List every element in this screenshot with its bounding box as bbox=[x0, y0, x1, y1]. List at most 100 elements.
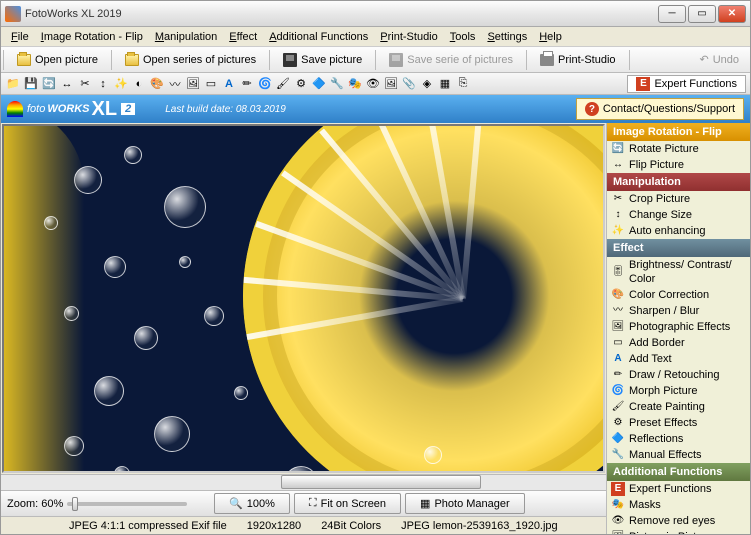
sidebar-text[interactable]: AAdd Text bbox=[607, 351, 750, 367]
status-depth: 24Bit Colors bbox=[321, 520, 381, 532]
balloon-icon bbox=[7, 101, 23, 117]
close-button[interactable]: ✕ bbox=[718, 5, 746, 23]
sidebar-painting[interactable]: 🖌Create Painting bbox=[607, 399, 750, 415]
tool-icon[interactable]: 🎨 bbox=[149, 76, 165, 92]
question-icon: ? bbox=[585, 102, 599, 116]
category-rotation: Image Rotation - Flip bbox=[607, 123, 750, 141]
main-toolbar: Open picture Open series of pictures Sav… bbox=[1, 47, 750, 73]
scrollbar-thumb[interactable] bbox=[281, 475, 481, 489]
tool-icon[interactable]: ▭ bbox=[203, 76, 219, 92]
expert-functions-button[interactable]: EExpert Functions bbox=[627, 75, 746, 93]
manual-icon: 🔧 bbox=[611, 448, 625, 462]
tool-icon[interactable]: 🖌 bbox=[275, 76, 291, 92]
palette-icon: 🎨 bbox=[611, 288, 625, 302]
sidebar-rotate[interactable]: 🔄Rotate Picture bbox=[607, 141, 750, 157]
e-icon: E bbox=[636, 77, 650, 91]
tool-icon[interactable]: 🔷 bbox=[311, 76, 327, 92]
border-icon: ▭ bbox=[611, 336, 625, 350]
tool-icon[interactable]: ✨ bbox=[113, 76, 129, 92]
sidebar-photo-fx[interactable]: 🖼Photographic Effects bbox=[607, 319, 750, 335]
tool-icon[interactable]: 📁 bbox=[5, 76, 21, 92]
sidebar-color[interactable]: 🎨Color Correction bbox=[607, 287, 750, 303]
tool-icon[interactable]: 🌀 bbox=[257, 76, 273, 92]
rotate-icon: 🔄 bbox=[611, 142, 625, 156]
tool-icon[interactable]: ◈ bbox=[419, 76, 435, 92]
mask-icon: 🎭 bbox=[611, 498, 625, 512]
tool-icon[interactable]: ▦ bbox=[437, 76, 453, 92]
pip-icon: 🖼 bbox=[611, 530, 625, 534]
open-series-button[interactable]: Open series of pictures bbox=[114, 49, 267, 71]
save-series-button[interactable]: Save serie of pictures bbox=[378, 49, 524, 71]
sidebar-morph[interactable]: 🌀Morph Picture bbox=[607, 383, 750, 399]
slider-knob[interactable] bbox=[72, 497, 78, 511]
tool-icon[interactable]: 🖼 bbox=[185, 76, 201, 92]
printer-icon bbox=[540, 54, 554, 66]
tool-icon[interactable]: ⎘ bbox=[455, 76, 471, 92]
tool-icon[interactable]: 🎭 bbox=[347, 76, 363, 92]
image-canvas[interactable] bbox=[2, 124, 605, 473]
sidebar-redeye[interactable]: 👁Remove red eyes bbox=[607, 513, 750, 529]
icon-toolbar: 📁 💾 🔄 ↔ ✂ ↕ ✨ ◐ 🎨 〰 🖼 ▭ A ✏ 🌀 🖌 ⚙ 🔷 🔧 🎭 … bbox=[1, 73, 750, 95]
support-button[interactable]: ?Contact/Questions/Support bbox=[576, 98, 744, 120]
zoom-label: Zoom: 60% bbox=[7, 498, 63, 510]
tool-icon[interactable]: 🔄 bbox=[41, 76, 57, 92]
tool-icon[interactable]: 🔧 bbox=[329, 76, 345, 92]
menu-file[interactable]: File bbox=[5, 29, 35, 45]
tool-icon[interactable]: ↔ bbox=[59, 76, 75, 92]
sidebar-auto[interactable]: ✨Auto enhancing bbox=[607, 223, 750, 239]
print-studio-button[interactable]: Print-Studio bbox=[529, 49, 626, 71]
menu-manipulation[interactable]: Manipulation bbox=[149, 29, 223, 45]
sidebar-reflections[interactable]: 🔷Reflections bbox=[607, 431, 750, 447]
save-picture-button[interactable]: Save picture bbox=[272, 49, 373, 71]
preset-icon: ⚙ bbox=[611, 416, 625, 430]
tool-icon[interactable]: 〰 bbox=[167, 76, 183, 92]
status-bar: JPEG 4:1:1 compressed Exif file 1920x128… bbox=[1, 516, 606, 534]
sidebar-size[interactable]: ↕Change Size bbox=[607, 207, 750, 223]
sidebar-border[interactable]: ▭Add Border bbox=[607, 335, 750, 351]
tool-icon[interactable]: ✏ bbox=[239, 76, 255, 92]
app-icon bbox=[5, 6, 21, 22]
tool-icon[interactable]: 👁 bbox=[365, 76, 381, 92]
sidebar-pip[interactable]: 🖼Picture in Picture bbox=[607, 529, 750, 534]
sidebar-masks[interactable]: 🎭Masks bbox=[607, 497, 750, 513]
menu-additional[interactable]: Additional Functions bbox=[263, 29, 374, 45]
horizontal-scrollbar[interactable] bbox=[1, 474, 606, 490]
menu-rotation[interactable]: Image Rotation - Flip bbox=[35, 29, 149, 45]
sidebar-brightness[interactable]: 🎚Brightness/ Contrast/ Color bbox=[607, 257, 750, 287]
tool-icon[interactable]: 📎 bbox=[401, 76, 417, 92]
zoom-slider[interactable] bbox=[67, 502, 187, 506]
tool-icon[interactable]: ⚙ bbox=[293, 76, 309, 92]
zoom-100-button[interactable]: 🔍 100% bbox=[214, 493, 290, 514]
maximize-button[interactable]: ▭ bbox=[688, 5, 716, 23]
build-date: Last build date: 08.03.2019 bbox=[165, 104, 286, 115]
menu-settings[interactable]: Settings bbox=[481, 29, 533, 45]
undo-icon: ↶ bbox=[699, 53, 708, 66]
tool-icon[interactable]: ↕ bbox=[95, 76, 111, 92]
crop-icon: ✂ bbox=[611, 192, 625, 206]
status-format: JPEG 4:1:1 compressed Exif file bbox=[69, 520, 227, 532]
sidebar-manual[interactable]: 🔧Manual Effects bbox=[607, 447, 750, 463]
menu-help[interactable]: Help bbox=[533, 29, 568, 45]
menu-tools[interactable]: Tools bbox=[444, 29, 482, 45]
tool-icon[interactable]: A bbox=[221, 76, 237, 92]
photo-manager-button[interactable]: ▦ Photo Manager bbox=[405, 493, 525, 514]
sidebar-sharpen[interactable]: 〰Sharpen / Blur bbox=[607, 303, 750, 319]
photo-icon: 🖼 bbox=[611, 320, 625, 334]
open-picture-button[interactable]: Open picture bbox=[6, 49, 109, 71]
sidebar-crop[interactable]: ✂Crop Picture bbox=[607, 191, 750, 207]
menu-print[interactable]: Print-Studio bbox=[374, 29, 443, 45]
menu-effect[interactable]: Effect bbox=[223, 29, 263, 45]
tool-icon[interactable]: 🖼 bbox=[383, 76, 399, 92]
undo-button[interactable]: ↶Undo bbox=[688, 49, 750, 71]
tool-icon[interactable]: ◐ bbox=[131, 76, 147, 92]
sidebar-expert[interactable]: EExpert Functions bbox=[607, 481, 750, 497]
category-effect: Effect bbox=[607, 239, 750, 257]
tool-icon[interactable]: 💾 bbox=[23, 76, 39, 92]
fit-screen-button[interactable]: ⛶ Fit on Screen bbox=[294, 493, 401, 514]
sidebar-preset[interactable]: ⚙Preset Effects bbox=[607, 415, 750, 431]
sidebar-draw[interactable]: ✏Draw / Retouching bbox=[607, 367, 750, 383]
sidebar-flip[interactable]: ↔Flip Picture bbox=[607, 157, 750, 173]
minimize-button[interactable]: ─ bbox=[658, 5, 686, 23]
tool-icon[interactable]: ✂ bbox=[77, 76, 93, 92]
resize-icon: ↕ bbox=[611, 208, 625, 222]
